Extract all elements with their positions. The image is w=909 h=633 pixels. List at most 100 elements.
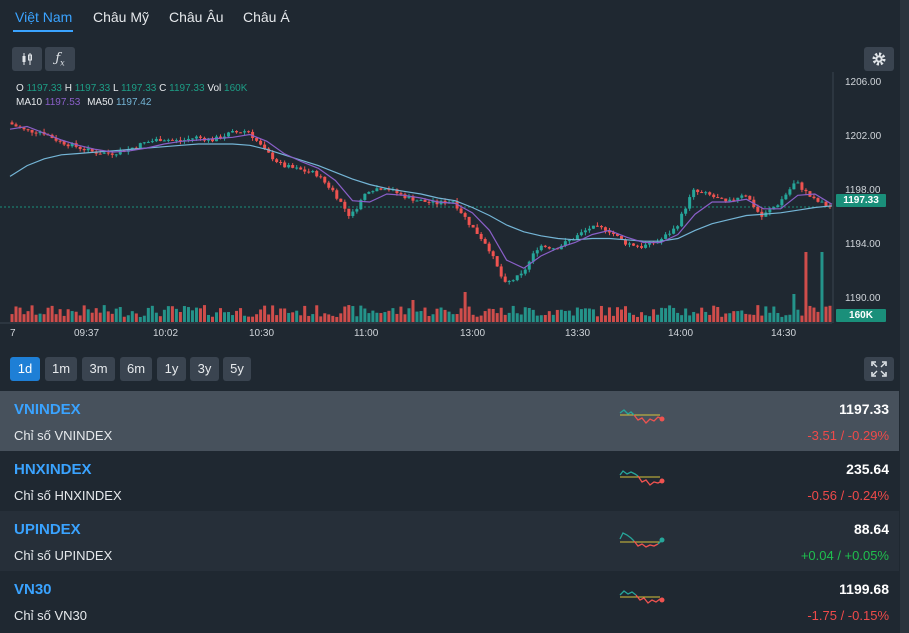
candle [423, 199, 427, 202]
tab-asia[interactable]: Châu Á [243, 9, 290, 25]
range-6m-button[interactable]: 6m [120, 357, 152, 381]
candle [696, 189, 700, 193]
candle [475, 227, 479, 234]
candle [632, 243, 636, 246]
volume-bar [206, 314, 210, 322]
candle [804, 189, 808, 192]
volume-bar [523, 307, 527, 322]
indicators-button[interactable]: ƒx [45, 47, 75, 71]
index-row-vnindex[interactable]: VNINDEX Chỉ số VNINDEX 1197.33 -3.51 / -… [0, 391, 899, 451]
candle [636, 245, 640, 247]
tab-vietnam[interactable]: Việt Nam [15, 9, 72, 25]
index-description: Chỉ số VNINDEX [14, 428, 113, 443]
candle [640, 246, 644, 248]
volume-bar [768, 312, 772, 322]
scrollbar[interactable] [900, 0, 909, 633]
range-3y-button[interactable]: 3y [190, 357, 219, 381]
volume-bar [640, 312, 644, 322]
candle [311, 171, 315, 173]
volume-bar [543, 315, 547, 322]
candle [415, 200, 419, 202]
volume-bar [395, 313, 399, 322]
candle [664, 234, 668, 239]
candle [78, 146, 82, 149]
candle [255, 137, 259, 141]
candle [812, 196, 816, 199]
index-row-vn30[interactable]: VN30 Chỉ số VN30 1199.68 -1.75 / -0.15% [0, 571, 899, 631]
tab-americas[interactable]: Châu Mỹ [93, 9, 149, 25]
range-1y-button[interactable]: 1y [157, 357, 186, 381]
tab-europe[interactable]: Châu Âu [169, 9, 223, 25]
index-change: +0.04 / +0.05% [800, 548, 889, 563]
volume-bar [579, 309, 583, 322]
candle [327, 182, 331, 188]
volume-bar [10, 314, 14, 322]
candle [26, 129, 30, 131]
volume-bar [363, 308, 367, 322]
candle [335, 190, 339, 199]
candle [740, 195, 744, 198]
volume-bar [299, 315, 303, 322]
volume-bar [511, 305, 515, 322]
volume-bar [603, 315, 607, 322]
candle [567, 239, 571, 242]
candle [788, 189, 792, 195]
volume-bar [764, 306, 768, 322]
range-5y-button[interactable]: 5y [223, 357, 251, 381]
range-1d-button[interactable]: 1d [10, 357, 40, 381]
volume-bar [756, 305, 760, 322]
index-change: -0.56 / -0.24% [807, 488, 889, 503]
price-chart[interactable] [0, 72, 900, 352]
volume-bar [583, 308, 587, 322]
x-tick-label: 7 [10, 328, 16, 339]
volume-bar [628, 312, 632, 322]
volume-bar [716, 307, 720, 322]
candle [796, 182, 800, 184]
candle [154, 138, 158, 142]
volume-bar [784, 315, 788, 322]
range-1m-button[interactable]: 1m [45, 357, 77, 381]
volume-bar [210, 316, 214, 322]
volume-bar [335, 316, 339, 322]
volume-bar [788, 314, 792, 322]
fullscreen-button[interactable] [864, 357, 894, 381]
volume-bar [427, 315, 431, 322]
volume-bar [411, 300, 415, 322]
volume-bar [227, 311, 231, 322]
volume-bar [720, 316, 724, 322]
index-name: VNINDEX [14, 401, 81, 418]
candle [323, 176, 327, 183]
candle [776, 205, 780, 208]
volume-bar [808, 305, 812, 322]
volume-bar [591, 309, 595, 322]
volume-bar [42, 314, 46, 322]
volume-bar [463, 292, 467, 322]
candle [724, 198, 728, 202]
candle [162, 140, 166, 142]
candle [728, 199, 732, 202]
x-tick-label: 10:02 [153, 328, 179, 339]
range-3m-button[interactable]: 3m [82, 357, 115, 381]
index-row-upindex[interactable]: UPINDEX Chỉ số UPINDEX 88.64 +0.04 / +0.… [0, 511, 899, 571]
volume-bar [479, 315, 483, 322]
volume-bar [311, 314, 315, 322]
volume-bar [587, 308, 591, 322]
volume-bar [287, 312, 291, 322]
candle [166, 139, 170, 141]
candle [680, 213, 684, 227]
candle [339, 198, 343, 202]
volume-bar [126, 315, 130, 322]
volume-bar [379, 313, 383, 322]
chart-type-button[interactable] [12, 47, 42, 71]
settings-button[interactable] [864, 47, 894, 71]
volume-bar [22, 314, 26, 322]
volume-bar [447, 311, 451, 322]
index-row-hnxindex[interactable]: HNXINDEX Chỉ số HNXINDEX 235.64 -0.56 / … [0, 451, 899, 511]
y-tick-label: 1194.00 [845, 239, 881, 250]
last-volume-tag: 160K [836, 309, 886, 322]
candle [720, 197, 724, 199]
volume-bar [142, 315, 146, 322]
candle [543, 245, 547, 247]
volume-bar [331, 315, 335, 322]
candle [170, 139, 174, 141]
